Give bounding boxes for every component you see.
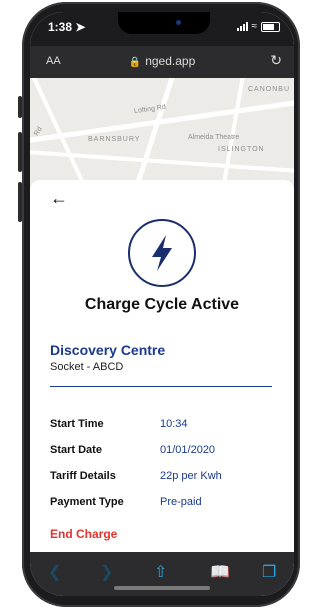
- location-arrow-icon: ➤: [75, 20, 86, 34]
- browser-url-bar[interactable]: AA 🔒 nged.app ↻: [30, 46, 294, 78]
- status-icons: ≈: [236, 21, 280, 32]
- lightning-bolt-icon: [128, 219, 196, 287]
- camera-dot: [176, 20, 181, 25]
- detail-label: Start Time: [50, 418, 104, 430]
- map-label: CANONBU: [248, 86, 291, 93]
- battery-icon: [261, 21, 280, 32]
- tabs-icon[interactable]: ❐: [262, 562, 276, 582]
- end-charge-button[interactable]: End Charge: [50, 527, 117, 541]
- status-bar: 1:38 ➤ ≈: [30, 12, 294, 46]
- phone-screen: 1:38 ➤ ≈ AA 🔒 nged.app ↻ CANONBU Lofting …: [30, 12, 294, 596]
- side-button: [18, 182, 22, 222]
- map-label: Almeida Theatre: [188, 134, 240, 141]
- map-label: ISLINGTON: [218, 146, 265, 153]
- share-icon[interactable]: ⇧: [154, 562, 167, 582]
- side-button: [18, 132, 22, 172]
- back-arrow-icon[interactable]: ←: [50, 188, 68, 209]
- detail-label: Tariff Details: [50, 470, 116, 482]
- address-field[interactable]: 🔒 nged.app: [30, 54, 294, 68]
- back-icon[interactable]: ❮: [48, 562, 61, 582]
- map-road: [128, 78, 177, 190]
- detail-value: 01/01/2020: [160, 444, 216, 456]
- divider: [50, 386, 272, 387]
- map-view[interactable]: CANONBU Lofting Rd BARNSBURY Almeida The…: [30, 78, 294, 190]
- wifi-icon: ≈: [251, 21, 258, 32]
- status-time: 1:38 ➤: [48, 20, 86, 34]
- bookmarks-icon[interactable]: 📖: [210, 562, 230, 582]
- site-name: Discovery Centre: [50, 342, 166, 358]
- socket-id: Socket - ABCD: [50, 361, 124, 373]
- detail-value: 10:34: [160, 418, 188, 430]
- charge-status-title: Charge Cycle Active: [84, 296, 240, 313]
- detail-label: Start Date: [50, 444, 102, 456]
- bolt-glyph: [152, 235, 172, 271]
- detail-value: Pre-paid: [160, 496, 202, 508]
- detail-value: 22p per Kwh: [160, 470, 222, 482]
- charge-panel: ← Charge Cycle Active Discovery Centre S…: [30, 180, 294, 558]
- lock-icon: 🔒: [128, 57, 142, 68]
- detail-label: Payment Type: [50, 496, 124, 508]
- forward-icon[interactable]: ❯: [100, 562, 113, 582]
- notch: [118, 12, 210, 34]
- signal-icon: [236, 22, 248, 31]
- home-indicator: [114, 586, 210, 590]
- map-label: BARNSBURY: [88, 136, 141, 143]
- side-button: [18, 96, 22, 118]
- reload-icon[interactable]: ↻: [270, 52, 282, 69]
- url-text: nged.app: [145, 54, 196, 68]
